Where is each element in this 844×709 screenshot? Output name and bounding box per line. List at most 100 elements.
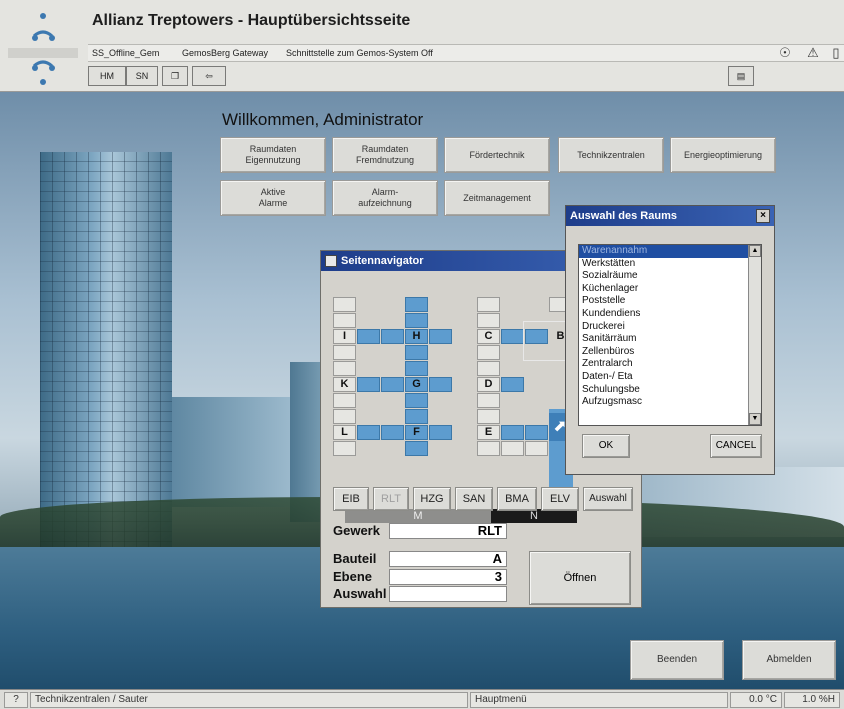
auswahl-field[interactable] bbox=[389, 586, 507, 602]
grid-cell[interactable] bbox=[501, 377, 524, 392]
grid-cell[interactable] bbox=[477, 313, 500, 328]
technikzentralen-button[interactable]: Technikzentralen bbox=[558, 137, 664, 173]
auswahl-button[interactable]: Auswahl bbox=[583, 487, 633, 511]
help-icon[interactable]: ? bbox=[4, 692, 28, 708]
list-item[interactable]: Zellenbüros bbox=[579, 346, 761, 359]
list-item[interactable]: Warenannahm bbox=[579, 245, 761, 258]
grid-cell[interactable] bbox=[357, 329, 380, 344]
section-bar: M N bbox=[345, 509, 577, 523]
exit-button[interactable]: Beenden bbox=[630, 640, 724, 680]
grid-label-c[interactable]: C bbox=[477, 329, 500, 344]
grid-label-i[interactable]: I bbox=[333, 329, 356, 344]
grid-cell[interactable] bbox=[405, 409, 428, 424]
grid-cell[interactable] bbox=[357, 377, 380, 392]
grid-cell[interactable] bbox=[525, 425, 548, 440]
print-icon[interactable]: ▤ bbox=[728, 66, 754, 86]
grid-cell[interactable] bbox=[333, 441, 356, 456]
list-item[interactable]: Werkstätten bbox=[579, 258, 761, 271]
raumdaten-fremdnutzung-button[interactable]: Raumdaten Fremdnutzung bbox=[332, 137, 438, 173]
list-item[interactable]: Sanitärräum bbox=[579, 333, 761, 346]
grid-cell[interactable] bbox=[429, 329, 452, 344]
grid-cell[interactable] bbox=[381, 329, 404, 344]
list-item[interactable]: Schulungsbe bbox=[579, 384, 761, 397]
warning-icon[interactable]: ⚠ bbox=[804, 44, 822, 62]
grid-cell[interactable] bbox=[405, 345, 428, 360]
hzg-button[interactable]: HZG bbox=[413, 487, 451, 511]
grid-label-d[interactable]: D bbox=[477, 377, 500, 392]
grid-cell[interactable] bbox=[477, 393, 500, 408]
grid-cell[interactable] bbox=[405, 297, 428, 312]
raumdaten-eigennutzung-button[interactable]: Raumdaten Eigennutzung bbox=[220, 137, 326, 173]
grid-label-l[interactable]: L bbox=[333, 425, 356, 440]
grid-cell[interactable] bbox=[357, 425, 380, 440]
elv-button[interactable]: ELV bbox=[541, 487, 579, 511]
zeitmanagement-button[interactable]: Zeitmanagement bbox=[444, 180, 550, 216]
eib-button[interactable]: EIB bbox=[333, 487, 369, 511]
grid-label-f[interactable]: F bbox=[405, 425, 428, 440]
grid-cell[interactable] bbox=[333, 297, 356, 312]
logout-button[interactable]: Abmelden bbox=[742, 640, 836, 680]
section-m[interactable]: M bbox=[345, 509, 491, 523]
bma-button[interactable]: BMA bbox=[497, 487, 537, 511]
grid-cell[interactable] bbox=[333, 345, 356, 360]
gewerk-field[interactable]: RLT bbox=[389, 523, 507, 539]
back-icon[interactable]: ⇦ bbox=[192, 66, 226, 86]
list-item[interactable]: Küchenlager bbox=[579, 283, 761, 296]
ebene-field[interactable]: 3 bbox=[389, 569, 507, 585]
grid-cell[interactable] bbox=[477, 441, 500, 456]
grid-cell[interactable] bbox=[429, 377, 452, 392]
open-button[interactable]: Öffnen bbox=[529, 551, 631, 605]
grid-label-e[interactable]: E bbox=[477, 425, 500, 440]
hm-button[interactable]: HM bbox=[88, 66, 126, 86]
ok-button[interactable]: OK bbox=[582, 434, 630, 458]
shield-icon[interactable]: ☉ bbox=[776, 44, 794, 62]
grid-cell[interactable] bbox=[477, 345, 500, 360]
list-item[interactable]: Sozialräume bbox=[579, 270, 761, 283]
list-item[interactable]: Kundendiens bbox=[579, 308, 761, 321]
sn-button[interactable]: SN bbox=[126, 66, 158, 86]
rlt-button[interactable]: RLT bbox=[373, 487, 409, 511]
info-icon[interactable]: ▯ bbox=[830, 44, 842, 62]
grid-cell[interactable] bbox=[525, 441, 548, 456]
grid-cell[interactable] bbox=[501, 425, 524, 440]
list-item[interactable]: Poststelle bbox=[579, 295, 761, 308]
scroll-down-icon[interactable]: ▼ bbox=[749, 413, 761, 425]
grid-cell[interactable] bbox=[333, 409, 356, 424]
grid-cell[interactable] bbox=[405, 361, 428, 376]
grid-cell[interactable] bbox=[333, 393, 356, 408]
grid-cell[interactable] bbox=[333, 361, 356, 376]
list-item[interactable]: Daten-/ Eta bbox=[579, 371, 761, 384]
grid-label-k[interactable]: K bbox=[333, 377, 356, 392]
grid-cell[interactable] bbox=[501, 441, 524, 456]
grid-cell[interactable] bbox=[477, 297, 500, 312]
foerdertechnik-button[interactable]: Fördertechnik bbox=[444, 137, 550, 173]
copy-icon[interactable]: ❐ bbox=[162, 66, 188, 86]
list-item[interactable]: Zentralarch bbox=[579, 358, 761, 371]
list-item[interactable]: Aufzugsmasc bbox=[579, 396, 761, 409]
section-n[interactable]: N bbox=[491, 509, 577, 523]
scrollbar[interactable]: ▲ ▼ bbox=[748, 245, 761, 425]
grid-cell[interactable] bbox=[381, 425, 404, 440]
grid-cell[interactable] bbox=[405, 441, 428, 456]
scroll-up-icon[interactable]: ▲ bbox=[749, 245, 761, 257]
grid-label-h[interactable]: H bbox=[405, 329, 428, 344]
room-list[interactable]: Warenannahm Werkstätten Sozialräume Küchenl… bbox=[578, 244, 762, 426]
bauteil-field[interactable]: A bbox=[389, 551, 507, 567]
grid-cell[interactable] bbox=[333, 313, 356, 328]
room-dialog-title-bar[interactable]: Auswahl des Raums × bbox=[566, 206, 774, 226]
list-item[interactable]: Druckerei bbox=[579, 321, 761, 334]
grid-cell[interactable] bbox=[381, 377, 404, 392]
cancel-button[interactable]: CANCEL bbox=[710, 434, 762, 458]
grid-cell[interactable] bbox=[477, 409, 500, 424]
close-icon[interactable]: × bbox=[756, 209, 770, 223]
aktive-alarme-button[interactable]: Aktive Alarme bbox=[220, 180, 326, 216]
grid-cell[interactable] bbox=[405, 313, 428, 328]
grid-cell[interactable] bbox=[477, 361, 500, 376]
grid-label-g[interactable]: G bbox=[405, 377, 428, 392]
san-button[interactable]: SAN bbox=[455, 487, 493, 511]
grid-cell[interactable] bbox=[501, 329, 524, 344]
grid-cell[interactable] bbox=[429, 425, 452, 440]
energieoptimierung-button[interactable]: Energieoptimierung bbox=[670, 137, 776, 173]
grid-cell[interactable] bbox=[405, 393, 428, 408]
alarmaufzeichnung-button[interactable]: Alarm-aufzeichnung bbox=[332, 180, 438, 216]
